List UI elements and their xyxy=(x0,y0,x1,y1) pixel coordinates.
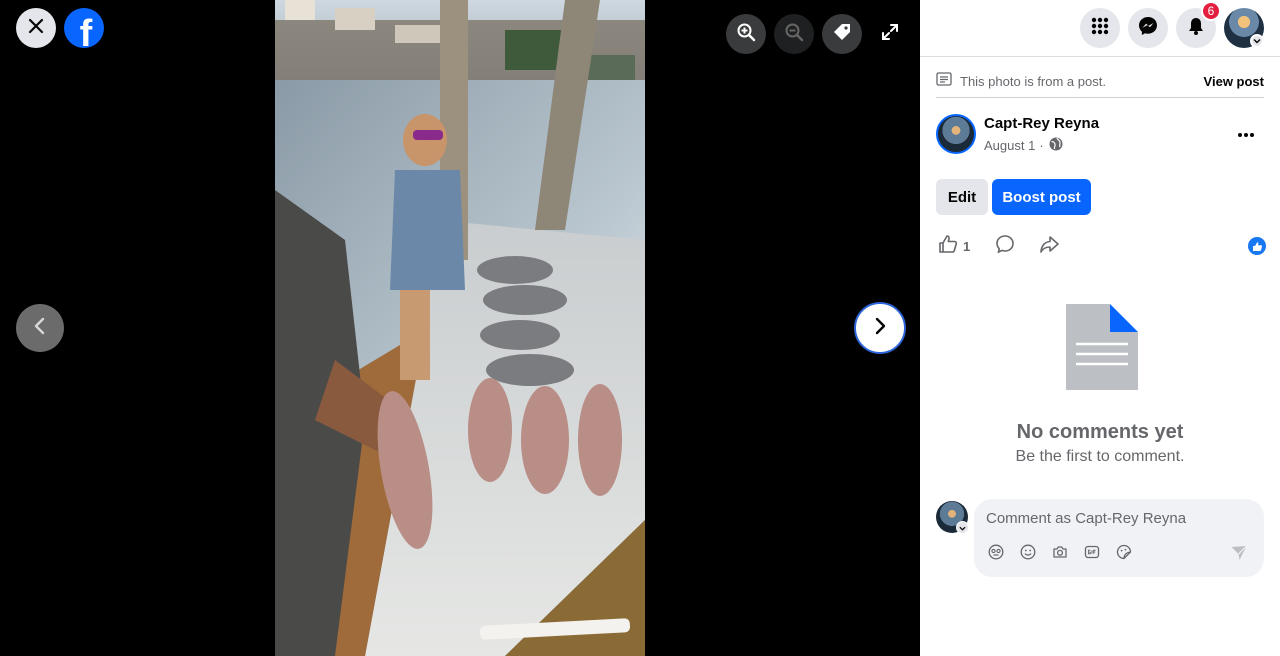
menu-button[interactable] xyxy=(1080,8,1120,48)
comment-bubble-icon xyxy=(994,233,1016,260)
empty-comments-document-icon xyxy=(1064,302,1140,392)
fullscreen-button[interactable] xyxy=(870,14,910,54)
camera-icon[interactable] xyxy=(1052,544,1068,560)
grid-menu-icon xyxy=(1090,16,1110,41)
chevron-left-icon xyxy=(30,316,50,341)
photo-image xyxy=(275,0,645,656)
tag-icon xyxy=(832,22,852,47)
next-photo-button[interactable] xyxy=(854,302,906,354)
gif-icon[interactable] xyxy=(1084,544,1100,560)
boost-post-button[interactable]: Boost post xyxy=(992,179,1091,215)
emoji-icon[interactable] xyxy=(1020,544,1036,560)
bell-icon xyxy=(1186,16,1206,41)
like-count[interactable]: 1 xyxy=(963,239,970,254)
zoom-out-icon xyxy=(784,22,804,47)
close-button[interactable] xyxy=(16,8,56,48)
empty-comments-title: No comments yet xyxy=(1016,421,1184,443)
empty-comments-subtitle: Be the first to comment. xyxy=(1015,448,1185,465)
share-arrow-icon xyxy=(1038,233,1060,260)
facebook-f-icon: f xyxy=(79,12,93,49)
more-dots-icon xyxy=(1237,125,1255,143)
sticker-icon[interactable] xyxy=(1116,544,1132,560)
comment-composer xyxy=(974,499,1264,577)
like-button[interactable] xyxy=(936,234,960,258)
comment-button[interactable] xyxy=(993,234,1017,258)
post-date[interactable]: August 1 xyxy=(984,138,1035,153)
close-icon xyxy=(26,16,46,41)
reaction-bar: 1 xyxy=(936,232,1264,260)
facebook-logo[interactable]: f xyxy=(64,8,104,48)
edit-button[interactable]: Edit xyxy=(936,179,988,215)
globe-icon[interactable] xyxy=(1048,136,1064,155)
author-name[interactable]: Capt-Rey Reyna xyxy=(984,115,1099,132)
zoom-in-button[interactable] xyxy=(726,14,766,54)
post-source-note: This photo is from a post. View post xyxy=(936,66,1264,98)
zoom-in-icon xyxy=(736,22,756,47)
thumbs-up-icon xyxy=(937,233,959,260)
chevron-down-icon xyxy=(959,519,966,537)
author-avatar[interactable] xyxy=(936,114,976,154)
view-post-link[interactable]: View post xyxy=(1204,74,1264,89)
zoom-out-button[interactable] xyxy=(774,14,814,54)
previous-photo-button[interactable] xyxy=(16,304,64,352)
avatar-sticker-icon[interactable] xyxy=(988,544,1004,560)
photo-viewer: f xyxy=(0,0,920,656)
messenger-button[interactable] xyxy=(1128,8,1168,48)
share-button[interactable] xyxy=(1037,234,1061,258)
post-note-icon xyxy=(936,72,952,91)
send-icon[interactable] xyxy=(1230,544,1248,562)
post-note-text: This photo is from a post. xyxy=(960,74,1106,89)
header-divider xyxy=(920,56,1280,57)
account-menu-chevron[interactable] xyxy=(1250,34,1264,48)
comment-input[interactable] xyxy=(986,508,1246,528)
messenger-icon xyxy=(1137,15,1159,42)
notification-count-badge: 6 xyxy=(1201,1,1221,21)
post-photo[interactable] xyxy=(275,0,645,656)
tag-button[interactable] xyxy=(822,14,862,54)
meta-separator: · xyxy=(1039,138,1044,153)
post-options-button[interactable] xyxy=(1228,116,1264,152)
chevron-right-icon xyxy=(870,316,890,341)
post-meta: August 1 · xyxy=(984,136,1064,155)
expand-icon xyxy=(880,22,900,47)
comment-tools xyxy=(988,544,1132,560)
chevron-down-icon xyxy=(1253,32,1261,50)
commenter-switch-chevron[interactable] xyxy=(956,521,969,534)
like-reaction-icon[interactable] xyxy=(1248,237,1266,255)
